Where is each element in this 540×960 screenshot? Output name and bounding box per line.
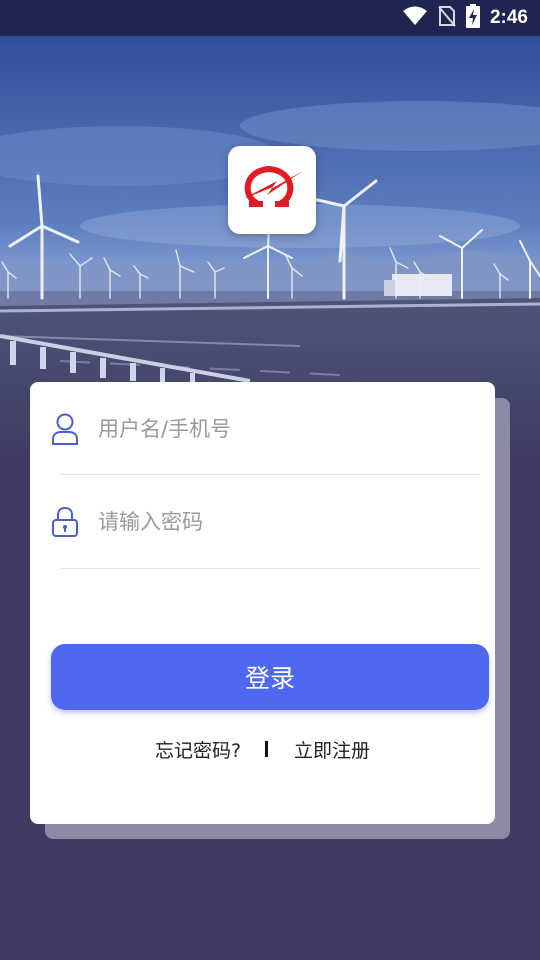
wifi-icon — [402, 6, 428, 30]
register-link[interactable]: 立即注册 — [294, 736, 370, 763]
password-divider — [60, 568, 480, 569]
status-bar: 2:46 — [0, 0, 540, 36]
battery-charging-icon — [465, 4, 480, 32]
status-icons: 2:46 — [402, 4, 528, 32]
login-card: 登录 忘记密码? 立即注册 — [30, 382, 495, 824]
status-time: 2:46 — [489, 7, 528, 28]
username-field — [50, 404, 480, 454]
forgot-password-link[interactable]: 忘记密码? — [155, 736, 241, 763]
links-separator — [265, 741, 269, 757]
no-sim-icon — [438, 5, 456, 31]
lock-icon — [50, 505, 80, 539]
user-icon — [50, 412, 80, 446]
app-logo — [228, 146, 316, 234]
password-input[interactable] — [98, 510, 480, 534]
password-field — [50, 497, 480, 547]
username-input[interactable] — [98, 417, 480, 441]
omega-lightning-logo-icon — [237, 159, 307, 221]
username-divider — [60, 474, 480, 475]
login-button[interactable]: 登录 — [51, 644, 489, 710]
account-links: 忘记密码? 立即注册 — [30, 734, 495, 764]
